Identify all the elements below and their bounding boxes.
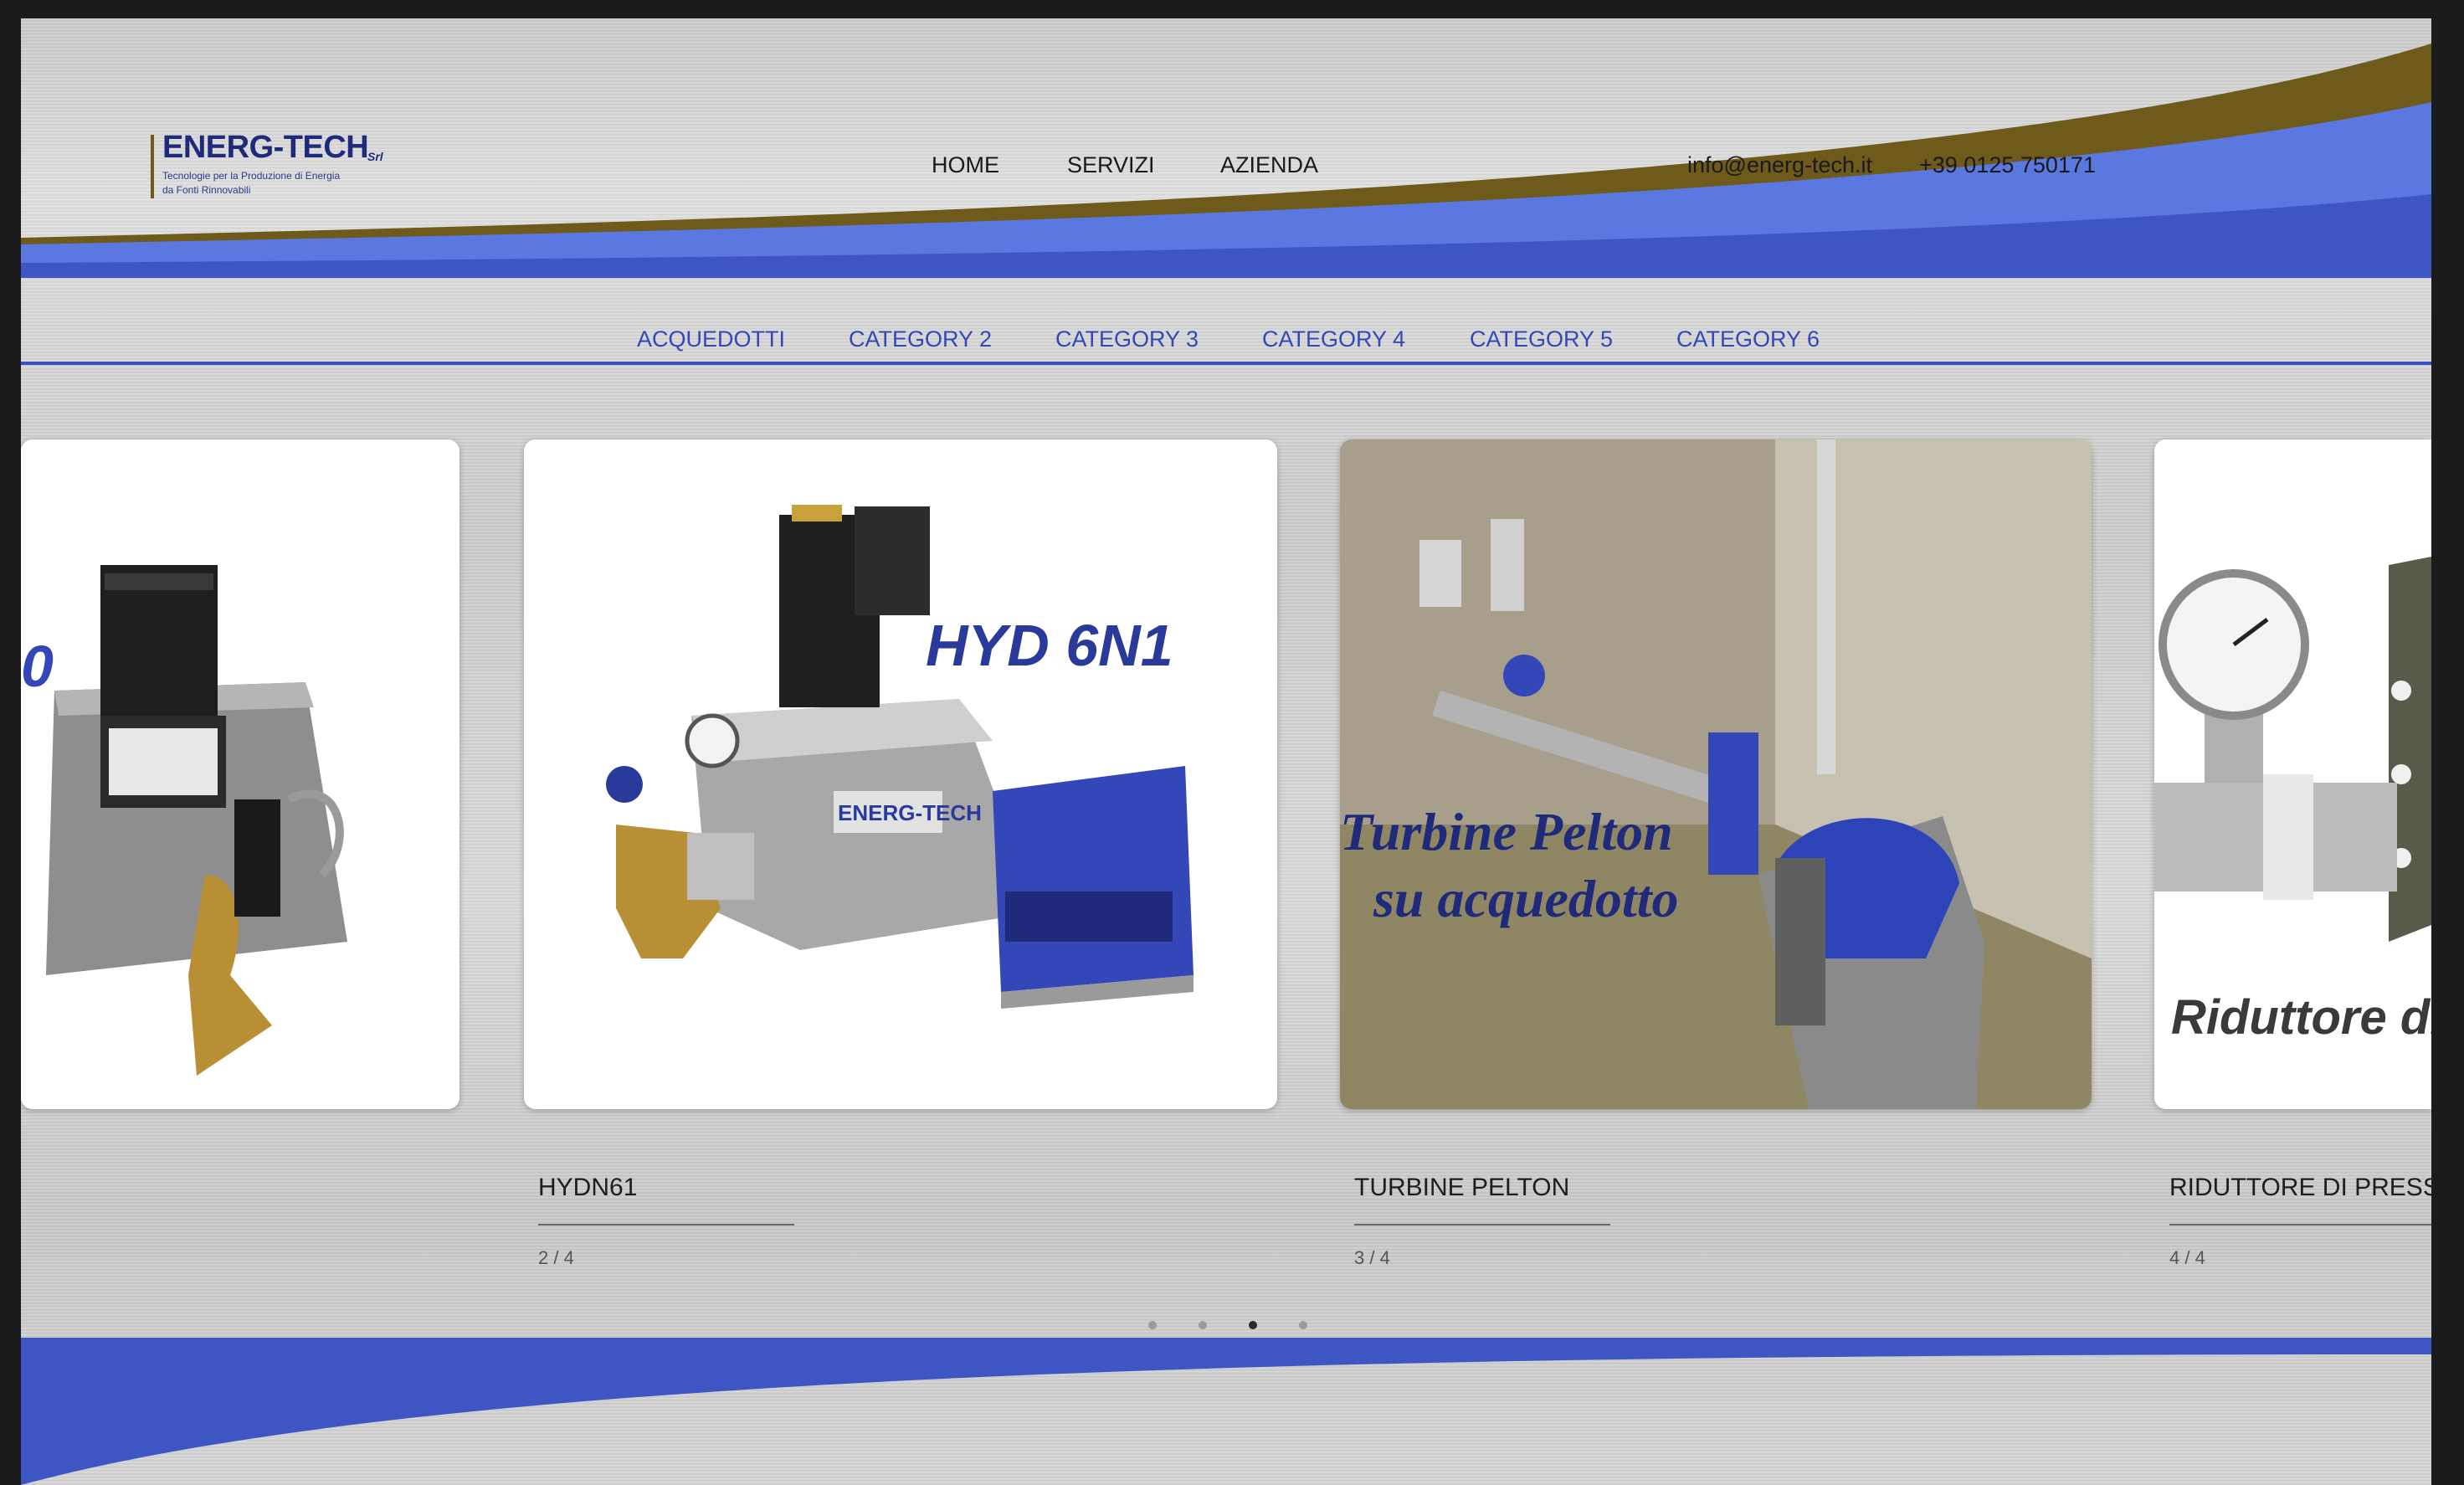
category-4[interactable]: CATEGORY 4 xyxy=(1262,326,1405,352)
slide-3-image-text-2: su acquedotto xyxy=(1373,869,1678,928)
turbine-pelton-image: Turbine Pelton su acquedotto xyxy=(1340,439,2092,1109)
carousel-slide-2[interactable]: ENERG-TECH HYD 6N1 xyxy=(524,439,1277,1109)
category-underline xyxy=(21,362,2431,365)
pagination-dot-4[interactable] xyxy=(1299,1321,1307,1329)
pagination-dot-2[interactable] xyxy=(1199,1321,1207,1329)
slide-2-title: HYDN61 xyxy=(538,1174,638,1201)
svg-text:ENERG-TECH: ENERG-TECH xyxy=(838,800,982,825)
nav-servizi[interactable]: SERVIZI xyxy=(1067,152,1155,178)
page-frame: ENERG-TECH Srl Tecnologie per la Produzi… xyxy=(21,18,2431,1485)
carousel-slide-4[interactable]: Riduttore di p xyxy=(2154,439,2431,1109)
slide-3-counter: 3 / 4 xyxy=(1354,1247,1390,1268)
riduttore-image: Riduttore di p xyxy=(2154,439,2431,1109)
nav-home[interactable]: HOME xyxy=(932,152,999,178)
carousel-slide-3[interactable]: Turbine Pelton su acquedotto xyxy=(1340,439,2092,1109)
slide-3-title-underline xyxy=(1354,1224,1610,1226)
slide-4-image-text: Riduttore di p xyxy=(2171,990,2431,1045)
hydro-unit-image: 0 xyxy=(21,439,459,1109)
hyd6n1-image: ENERG-TECH HYD 6N1 xyxy=(524,439,1277,1109)
footer-wave-graphic xyxy=(21,1338,2431,1485)
category-3[interactable]: CATEGORY 3 xyxy=(1055,326,1199,352)
category-acquedotti[interactable]: ACQUEDOTTI xyxy=(637,326,785,352)
category-5[interactable]: CATEGORY 5 xyxy=(1470,326,1613,352)
carousel-slide-1[interactable]: 0 xyxy=(21,439,459,1109)
category-6[interactable]: CATEGORY 6 xyxy=(1676,326,1820,352)
category-2[interactable]: CATEGORY 2 xyxy=(849,326,992,352)
slide-2-counter: 2 / 4 xyxy=(538,1247,574,1268)
slide-2-image-text: HYD 6N1 xyxy=(926,613,1173,678)
contact-phone[interactable]: +39 0125 750171 xyxy=(1919,152,2096,178)
slide-4-counter: 4 / 4 xyxy=(2169,1247,2205,1268)
slide-3-image-text-1: Turbine Pelton xyxy=(1340,802,1673,861)
slide-4-title: RIDUTTORE DI PRESS xyxy=(2169,1174,2431,1201)
slide-2-title-underline xyxy=(538,1224,794,1226)
pagination-dot-1[interactable] xyxy=(1148,1321,1157,1329)
carousel-pagination xyxy=(21,1321,2431,1338)
nav-azienda[interactable]: AZIENDA xyxy=(1220,152,1318,178)
category-navigation: ACQUEDOTTI CATEGORY 2 CATEGORY 3 CATEGOR… xyxy=(21,296,2431,383)
slide-4-title-underline xyxy=(2169,1224,2431,1226)
contact-email[interactable]: info@energ-tech.it xyxy=(1687,152,1872,178)
slide-3-title: TURBINE PELTON xyxy=(1354,1174,1570,1201)
slide-1-image-text: 0 xyxy=(21,634,54,699)
pagination-dot-3[interactable] xyxy=(1249,1321,1257,1329)
